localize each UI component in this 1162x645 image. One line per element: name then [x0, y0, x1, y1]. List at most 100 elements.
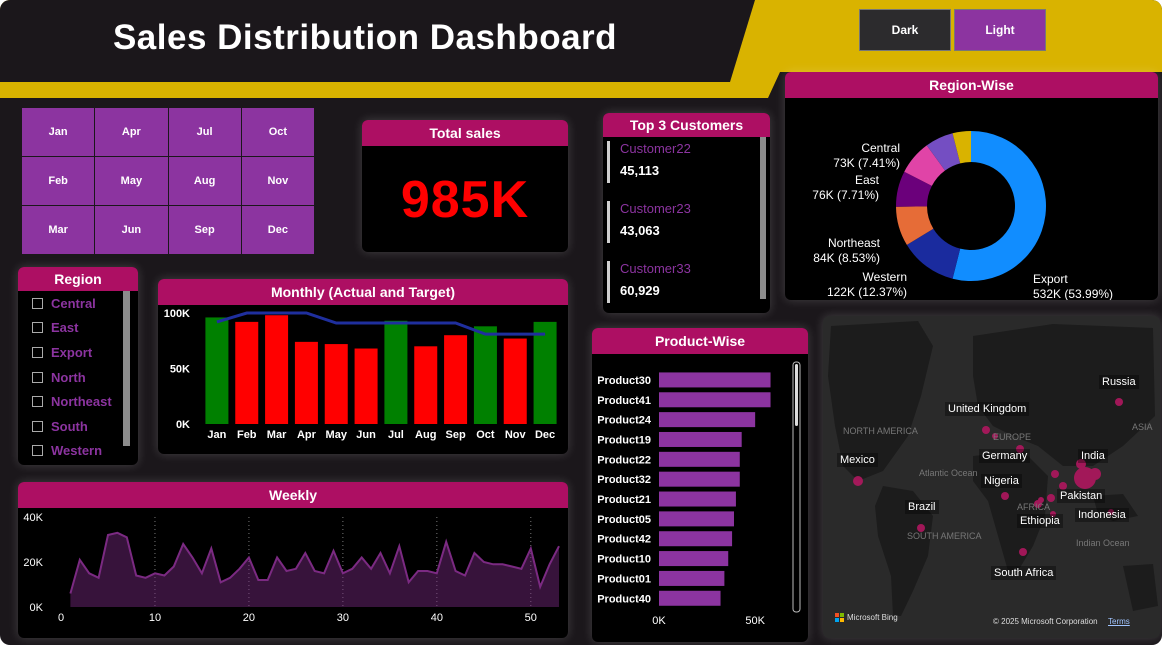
map-country-label: United Kingdom — [945, 402, 1030, 416]
product-bar — [659, 590, 721, 606]
checkbox[interactable] — [32, 297, 43, 309]
slice-value-label: 84K (8.53%) — [813, 251, 880, 265]
region-wise-title: Region-Wise — [785, 72, 1158, 98]
region-filter-item[interactable]: Western — [18, 439, 138, 464]
total-sales-title: Total sales — [362, 120, 568, 146]
month-button[interactable]: Jun — [95, 206, 168, 254]
region-filter-label: Export — [51, 344, 93, 360]
product-label: Product05 — [597, 514, 651, 526]
x-tick-label: 0 — [58, 612, 64, 624]
x-tick-label: 0K — [652, 615, 666, 627]
map-country-label: Germany — [979, 449, 1031, 463]
month-button[interactable]: Mar — [22, 206, 95, 254]
monthly-chart-card: Monthly (Actual and Target) 0K 50K 100K Jan… — [158, 279, 568, 454]
month-button[interactable]: Nov — [241, 157, 314, 205]
y-tick-label: 100K — [164, 308, 190, 320]
slice-value-label: 532K (53.99%) — [1033, 287, 1113, 300]
customer-list-scrollbar[interactable] — [760, 137, 766, 299]
customer-item[interactable]: Customer23 43,063 — [603, 197, 770, 257]
checkbox[interactable] — [32, 396, 43, 408]
checkbox[interactable] — [32, 445, 43, 457]
x-tick-label: Dec — [535, 429, 555, 441]
customer-name: Customer22 — [620, 141, 691, 156]
month-button[interactable]: May — [95, 157, 168, 205]
region-filter-item[interactable]: Central — [18, 291, 138, 316]
page-title: Sales Distribution Dashboard — [112, 18, 618, 57]
region-filter-scrollbar[interactable] — [123, 291, 130, 446]
monthly-bar — [354, 348, 378, 424]
map-country-label: Brazil — [905, 500, 939, 514]
x-tick-label: Oct — [476, 429, 495, 441]
dashboard-canvas: Sales Distribution Dashboard Dark Light … — [0, 0, 1162, 645]
product-scrollbar-thumb — [795, 364, 798, 426]
dark-theme-button[interactable]: Dark — [859, 9, 951, 51]
light-theme-button[interactable]: Light — [954, 9, 1046, 51]
product-bar — [659, 392, 771, 408]
product-bar — [659, 531, 733, 547]
map-region-label: Atlantic Ocean — [919, 468, 978, 478]
customer-item[interactable]: Customer33 60,929 — [603, 257, 770, 313]
product-label: Product19 — [597, 434, 651, 446]
month-button[interactable]: Apr — [95, 108, 168, 156]
weekly-chart-card: Weekly 0K 20K 40K 0 10 20 30 40 50 — [18, 482, 568, 638]
checkbox[interactable] — [32, 371, 43, 383]
product-label: Product01 — [597, 573, 651, 585]
customer-name: Customer23 — [620, 201, 691, 216]
product-bar — [659, 511, 734, 527]
customer-value: 60,929 — [620, 283, 660, 298]
microsoft-logo-icon — [835, 613, 844, 622]
region-filter-label: East — [51, 320, 79, 336]
map-terms-link[interactable]: Terms — [1108, 617, 1130, 626]
checkbox[interactable] — [32, 420, 43, 432]
region-filter-label: North — [51, 369, 86, 385]
region-filter-item[interactable]: Northeast — [18, 389, 138, 414]
map-country-label: Ethiopia — [1017, 514, 1063, 528]
region-filter-item[interactable]: Export — [18, 340, 138, 365]
month-button[interactable]: Sep — [168, 206, 241, 254]
map-country-label: India — [1078, 449, 1108, 463]
month-button[interactable]: Feb — [22, 157, 95, 205]
x-tick-label: Jul — [388, 429, 404, 441]
slice-name-label: Export — [1033, 272, 1068, 286]
y-tick-label: 20K — [23, 557, 43, 569]
product-bar — [659, 412, 756, 428]
map-country-label: Nigeria — [981, 474, 1022, 488]
region-filter-item[interactable]: North — [18, 365, 138, 390]
x-tick-label: Jan — [207, 429, 226, 441]
region-filter-item[interactable]: South — [18, 414, 138, 439]
checkbox[interactable] — [32, 322, 43, 334]
monthly-bar — [384, 320, 408, 424]
region-wise-card: Region-Wise Export 532K (53.99%) Western 12… — [785, 72, 1158, 300]
y-tick-label: 50K — [170, 364, 190, 376]
map-region-label: ASIA — [1132, 422, 1153, 432]
map-region-label: SOUTH AMERICA — [907, 531, 982, 541]
checkbox[interactable] — [32, 346, 43, 358]
map-country-label: Mexico — [837, 453, 878, 467]
product-label: Product40 — [597, 593, 651, 605]
monthly-bar — [473, 326, 497, 424]
map-region-label: AFRICA — [1017, 502, 1051, 512]
map-country-label: Russia — [1099, 375, 1139, 389]
region-filter-item[interactable]: East — [18, 316, 138, 341]
product-bar — [659, 372, 771, 388]
y-tick-label: 0K — [30, 602, 44, 614]
region-filter-label: Central — [51, 295, 96, 311]
product-bar — [659, 570, 725, 586]
sales-map-card: NORTH AMERICA EUROPE ASIA Atlantic Ocean… — [823, 316, 1160, 638]
customer-value: 43,063 — [620, 223, 660, 238]
customer-item[interactable]: Customer22 45,113 — [603, 137, 770, 197]
x-tick-label: Apr — [297, 429, 317, 441]
customer-accent-bar — [607, 201, 610, 243]
product-label: Product41 — [597, 395, 651, 407]
region-filter-list: Central East Export North Northeast Sout… — [18, 291, 138, 463]
top-customers-card: Top 3 Customers Customer22 45,113 Custom… — [603, 113, 770, 313]
month-button[interactable]: Jul — [168, 108, 241, 156]
month-button[interactable]: Oct — [241, 108, 314, 156]
monthly-bar — [533, 321, 557, 424]
month-button[interactable]: Aug — [168, 157, 241, 205]
product-bar — [659, 551, 729, 567]
x-tick-label: 40 — [431, 612, 443, 624]
month-button[interactable]: Dec — [241, 206, 314, 254]
region-wise-donut-chart: Export532K (53.99%) Western122K (12.37%) N… — [812, 131, 1113, 300]
month-button[interactable]: Jan — [22, 108, 95, 156]
